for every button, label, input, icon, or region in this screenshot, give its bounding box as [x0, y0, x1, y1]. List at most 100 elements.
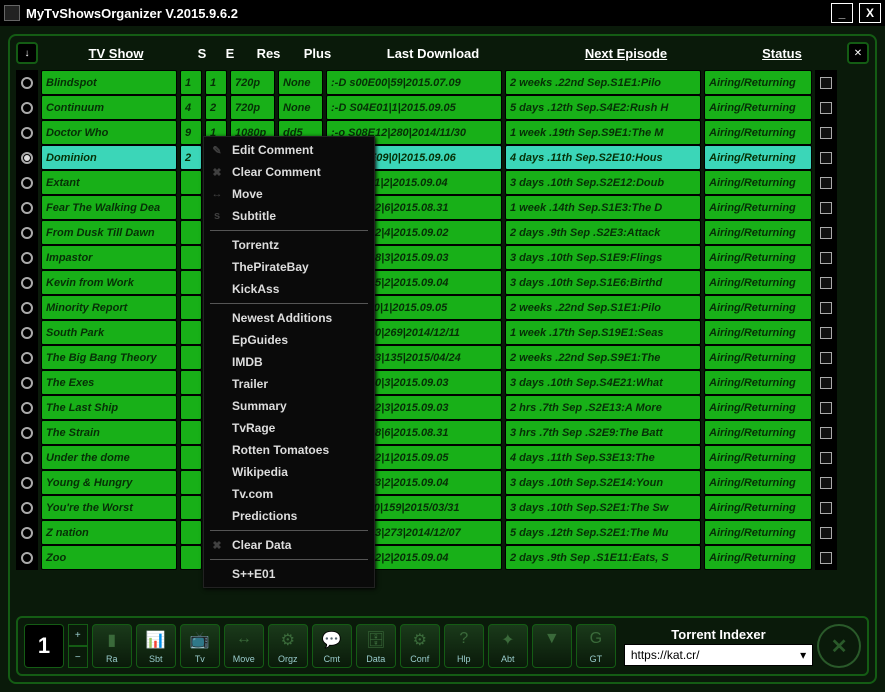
context-menu-item[interactable]: IMDB: [204, 351, 374, 373]
row-checkbox[interactable]: [815, 120, 837, 145]
row-checkbox[interactable]: [815, 420, 837, 445]
row-radio[interactable]: [16, 220, 38, 245]
toolbar-button-abt[interactable]: ✦Abt: [488, 624, 528, 668]
table-row[interactable]: South ParkD S18E10|269|2014/12/111 week …: [16, 320, 869, 345]
toolbar-button-ra[interactable]: ▮Ra: [92, 624, 132, 668]
minimize-button[interactable]: _: [831, 3, 853, 23]
toolbar-button-cmt[interactable]: 💬Cmt: [312, 624, 352, 668]
row-radio[interactable]: [16, 470, 38, 495]
bottom-close-button[interactable]: ✕: [817, 624, 861, 668]
row-checkbox[interactable]: [815, 520, 837, 545]
row-checkbox[interactable]: [815, 145, 837, 170]
context-menu-item[interactable]: sSubtitle: [204, 205, 374, 227]
page-down-button[interactable]: −: [68, 646, 88, 668]
row-radio[interactable]: [16, 495, 38, 520]
context-menu-item[interactable]: KickAss: [204, 278, 374, 300]
context-menu-item[interactable]: ↔Move: [204, 183, 374, 205]
toolbar-button-move[interactable]: ↔Move: [224, 624, 264, 668]
table-row[interactable]: Under the domeD S03E12|1|2015.09.054 day…: [16, 445, 869, 470]
row-radio[interactable]: [16, 170, 38, 195]
row-radio[interactable]: [16, 270, 38, 295]
toolbar-button-sbt[interactable]: 📊Sbt: [136, 624, 176, 668]
table-row[interactable]: The StrainD S02E08|6|2015.08.313 hrs .7t…: [16, 420, 869, 445]
row-radio[interactable]: [16, 420, 38, 445]
table-row[interactable]: Doctor Who911080pdd5:-o S08E12|280|2014/…: [16, 120, 869, 145]
row-radio[interactable]: [16, 520, 38, 545]
context-menu-item[interactable]: ✖Clear Data: [204, 534, 374, 556]
context-menu-item[interactable]: S++E01: [204, 563, 374, 585]
row-radio[interactable]: [16, 145, 38, 170]
toolbar-button-data[interactable]: 🗄Data: [356, 624, 396, 668]
table-row[interactable]: The ExesD S04E20|3|2015.09.033 days .10t…: [16, 370, 869, 395]
row-checkbox[interactable]: [815, 170, 837, 195]
table-row[interactable]: ExtantD S02E11|2|2015.09.043 days .10th …: [16, 170, 869, 195]
row-radio[interactable]: [16, 395, 38, 420]
context-menu-item[interactable]: Trailer: [204, 373, 374, 395]
row-checkbox[interactable]: [815, 395, 837, 420]
row-checkbox[interactable]: [815, 295, 837, 320]
row-checkbox[interactable]: [815, 495, 837, 520]
header-right-button[interactable]: ✕: [847, 42, 869, 64]
row-radio[interactable]: [16, 320, 38, 345]
context-menu-item[interactable]: Rotten Tomatoes: [204, 439, 374, 461]
close-button[interactable]: X: [859, 3, 881, 23]
table-row[interactable]: Z nationD S01E13|273|2014/12/075 days .1…: [16, 520, 869, 545]
row-radio[interactable]: [16, 370, 38, 395]
row-radio[interactable]: [16, 195, 38, 220]
row-radio[interactable]: [16, 345, 38, 370]
row-radio[interactable]: [16, 295, 38, 320]
table-row[interactable]: ImpastorD S01E08|3|2015.09.033 days .10t…: [16, 245, 869, 270]
header-left-button[interactable]: ↓: [16, 42, 38, 64]
table-row[interactable]: ZooD S01E12|2|2015.09.042 days .9th Sep …: [16, 545, 869, 570]
row-radio[interactable]: [16, 70, 38, 95]
row-checkbox[interactable]: [815, 545, 837, 570]
row-checkbox[interactable]: [815, 445, 837, 470]
row-checkbox[interactable]: [815, 95, 837, 120]
row-radio[interactable]: [16, 245, 38, 270]
table-row[interactable]: Blindspot11720pNone:-D s00E00|59|2015.07…: [16, 70, 869, 95]
row-radio[interactable]: [16, 445, 38, 470]
row-checkbox[interactable]: [815, 470, 837, 495]
context-menu-item[interactable]: Predictions: [204, 505, 374, 527]
row-checkbox[interactable]: [815, 70, 837, 95]
toolbar-button-▼[interactable]: ▼: [532, 624, 572, 668]
torrent-indexer-select[interactable]: https://kat.cr/: [624, 644, 813, 666]
context-menu-item[interactable]: Newest Additions: [204, 307, 374, 329]
table-row[interactable]: Fear The Walking DeaD S01E02|6|2015.08.3…: [16, 195, 869, 220]
context-menu-item[interactable]: TvRage: [204, 417, 374, 439]
context-menu-item[interactable]: ✎Edit Comment: [204, 139, 374, 161]
row-checkbox[interactable]: [815, 245, 837, 270]
table-row[interactable]: Continuum42720pNone:-D S04E01|1|2015.09.…: [16, 95, 869, 120]
table-row[interactable]: Kevin from WorkD S01E05|2|2015.09.043 da…: [16, 270, 869, 295]
row-radio[interactable]: [16, 95, 38, 120]
table-row[interactable]: The Big Bang TheoryD S08E23|135|2015/04/…: [16, 345, 869, 370]
table-row[interactable]: Minority ReportD s00E00|1|2015.09.052 we…: [16, 295, 869, 320]
row-checkbox[interactable]: [815, 370, 837, 395]
context-menu-item[interactable]: Torrentz: [204, 234, 374, 256]
row-radio[interactable]: [16, 120, 38, 145]
table-row[interactable]: You're the Worsto S01E10|159|2015/03/313…: [16, 495, 869, 520]
toolbar-button-tv[interactable]: 📺Tv: [180, 624, 220, 668]
context-menu-item[interactable]: EpGuides: [204, 329, 374, 351]
context-menu-item[interactable]: Wikipedia: [204, 461, 374, 483]
context-menu-item[interactable]: Tv.com: [204, 483, 374, 505]
row-checkbox[interactable]: [815, 220, 837, 245]
toolbar-button-orgz[interactable]: ⚙Orgz: [268, 624, 308, 668]
toolbar-button-conf[interactable]: ⚙Conf: [400, 624, 440, 668]
table-row[interactable]: From Dusk Till DawnD S02E02|4|2015.09.02…: [16, 220, 869, 245]
row-checkbox[interactable]: [815, 320, 837, 345]
row-radio[interactable]: [16, 545, 38, 570]
page-up-button[interactable]: +: [68, 624, 88, 646]
table-row[interactable]: The Last ShipD S02E12|3|2015.09.032 hrs …: [16, 395, 869, 420]
context-menu-item[interactable]: ✖Clear Comment: [204, 161, 374, 183]
col-header-next[interactable]: Next Episode: [526, 46, 726, 61]
toolbar-button-gt[interactable]: GGT: [576, 624, 616, 668]
context-menu-item[interactable]: Summary: [204, 395, 374, 417]
col-header-tvshow[interactable]: TV Show: [46, 46, 186, 61]
col-header-status[interactable]: Status: [730, 46, 834, 61]
context-menu-item[interactable]: ThePirateBay: [204, 256, 374, 278]
table-row[interactable]: Young & HungryD S02E13|2|2015.09.043 day…: [16, 470, 869, 495]
row-checkbox[interactable]: [815, 345, 837, 370]
toolbar-button-hlp[interactable]: ?Hlp: [444, 624, 484, 668]
row-checkbox[interactable]: [815, 195, 837, 220]
